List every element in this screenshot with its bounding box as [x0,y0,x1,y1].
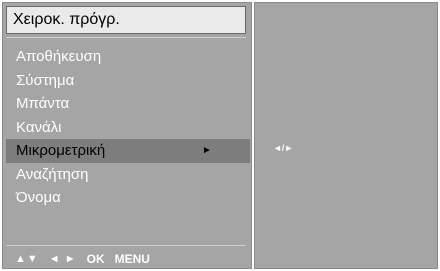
menu-item-label: Μπάντα [16,95,70,112]
up-down-icon: ▲▼ [15,253,39,265]
menu-item-label: Αποθήκευση [16,48,102,65]
menu-item-label: Σύστημα [16,71,75,89]
menu-title-bar: Χειροκ. πρόγρ. [6,6,246,34]
ok-hint: OK [86,252,105,266]
menu-hint: MENU [114,252,150,266]
menu-divider-bottom [6,245,246,246]
left-right-adjust-icon[interactable]: ◄/► [273,143,293,153]
menu-item-name[interactable]: Όνομα [6,186,250,210]
menu-item-store[interactable]: Αποθήκευση [6,45,250,69]
menu-item-label: Αναζήτηση [16,165,89,183]
submenu-arrow-icon: ► [202,145,212,156]
menu-divider-top [6,37,246,38]
menu-item-search[interactable]: Αναζήτηση [6,163,250,187]
menu-item-channel[interactable]: Κανάλι [6,116,250,140]
menu-item-band[interactable]: Μπάντα [6,92,250,116]
menu-item-label: Κανάλι [16,118,62,136]
value-panel: ◄/► [254,2,438,269]
menu-panel: Χειροκ. πρόγρ. Αποθήκευση Σύστημα Μπάντα… [2,2,252,269]
navigation-hint-bar: ▲▼ ◄ ► OK MENU [15,250,150,268]
menu-item-fine-tune[interactable]: Μικρομετρική ► [6,139,250,163]
menu-item-system[interactable]: Σύστημα [6,69,250,93]
menu-item-label: Μικρομετρική [16,142,106,159]
tv-osd-screen: Χειροκ. πρόγρ. Αποθήκευση Σύστημα Μπάντα… [0,0,440,271]
menu-list: Αποθήκευση Σύστημα Μπάντα Κανάλι Μικρομε… [6,45,250,210]
menu-item-label: Όνομα [16,189,61,206]
menu-title: Χειροκ. πρόγρ. [13,11,120,28]
left-right-icon: ◄ ► [48,253,77,265]
